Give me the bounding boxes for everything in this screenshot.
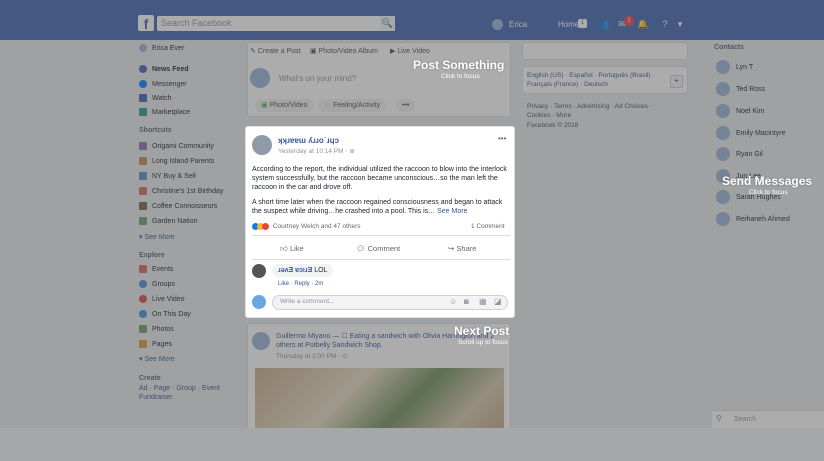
- like-button[interactable]: 👍︎ Like: [280, 244, 304, 254]
- comment-actions[interactable]: Like · Reply · 2m: [278, 281, 323, 287]
- see-more-link[interactable]: See More: [437, 208, 467, 215]
- post-paragraph-2: A short time later when the raccoon rega…: [252, 198, 508, 216]
- like-label: Like: [289, 244, 304, 253]
- share-label: Share: [456, 244, 477, 253]
- hint-post-something-title[interactable]: Post Something: [413, 58, 504, 72]
- comment-button[interactable]: 💬︎ Comment: [356, 244, 400, 253]
- hint-send-messages-title[interactable]: Send Messages: [722, 174, 812, 188]
- gif-icon[interactable]: ▦: [479, 297, 487, 306]
- comment-label: Comment: [367, 244, 401, 253]
- camera-icon[interactable]: ◙: [464, 297, 469, 306]
- post-paragraph-1: According to the report, the individual …: [252, 166, 507, 191]
- commenter-avatar[interactable]: [252, 264, 266, 278]
- comment-bubble: ɹǝʌƎ ɐɔıɹƎ LOL: [272, 264, 334, 277]
- reactions-summary[interactable]: Courtney Welch and 47 others: [252, 223, 361, 230]
- hint-post-something-sub: Click to focus: [441, 73, 480, 80]
- divider: [252, 259, 510, 260]
- hint-send-messages-sub: Click to focus: [749, 189, 788, 196]
- comment-text: LOL: [314, 267, 328, 274]
- comment-count-link[interactable]: 1 Comment: [471, 223, 505, 230]
- post-author-name[interactable]: ʞʞɹɐɐɯ ʎɹɹo˙ɹɥɔ: [278, 136, 339, 145]
- thumbs-up-icon: 👍︎: [280, 244, 288, 253]
- comment-input-placeholder: Write a comment...: [280, 298, 335, 305]
- commenter-name[interactable]: ɹǝʌƎ ɐɔıɹƎ: [278, 267, 312, 274]
- hint-next-post-title[interactable]: Next Post: [454, 324, 509, 338]
- post-timestamp[interactable]: Yesterday at 10:14 PM · ⊕: [278, 147, 355, 155]
- post-options-button[interactable]: •••: [498, 134, 506, 143]
- post-meta-text: Yesterday at 10:14 PM ·: [278, 148, 350, 155]
- speech-bubble-icon: 💬︎: [356, 244, 366, 253]
- emoji-icon[interactable]: ☺: [449, 297, 457, 306]
- focused-post-card[interactable]: ʞʞɹɐɐɯ ʎɹɹo˙ɹɥɔ Yesterday at 10:14 PM · …: [245, 126, 515, 318]
- sticker-icon[interactable]: ◪: [494, 297, 502, 306]
- comment-input[interactable]: Write a comment... ☺ ◙ ▦ ◪: [272, 295, 508, 310]
- share-button[interactable]: ↪ Share: [448, 244, 476, 253]
- my-comment-avatar: [252, 295, 266, 309]
- love-reaction-icon: [262, 223, 269, 230]
- post-author-avatar[interactable]: [252, 135, 272, 155]
- share-arrow-icon: ↪: [448, 244, 455, 253]
- hint-next-post-sub: Scroll up to focus: [458, 339, 508, 346]
- globe-icon: ⊕: [349, 148, 355, 155]
- divider: [252, 235, 510, 236]
- reactions-text: Courtney Welch and 47 others: [272, 223, 361, 231]
